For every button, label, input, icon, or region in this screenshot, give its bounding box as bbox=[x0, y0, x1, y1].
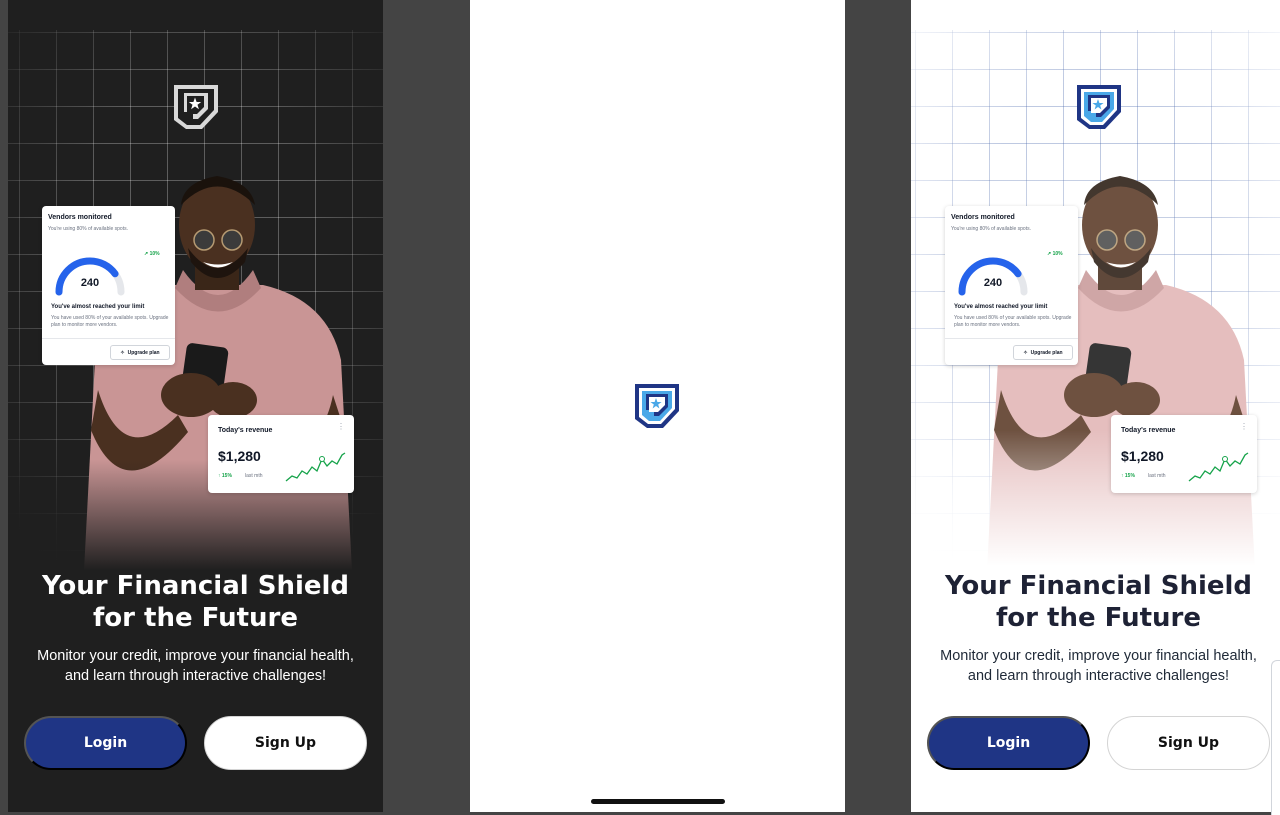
sparkle-icon: ✧ bbox=[1023, 349, 1028, 356]
upgrade-plan-label: Upgrade plan bbox=[127, 349, 160, 356]
revenue-change: ↑ 15% bbox=[1121, 473, 1135, 479]
vendors-card-title: Vendors monitored bbox=[951, 214, 1015, 221]
headline: Your Financial Shield for the Future bbox=[911, 570, 1280, 634]
upgrade-plan-button[interactable]: ✧ Upgrade plan bbox=[110, 345, 170, 360]
todays-revenue-card: Today's revenue ⋮ $1,280 ↑ 15% last mth bbox=[1111, 415, 1257, 493]
subtext-line-1: Monitor your credit, improve your financ… bbox=[37, 648, 354, 664]
upgrade-plan-button[interactable]: ✧ Upgrade plan bbox=[1013, 345, 1073, 360]
revenue-amount: $1,280 bbox=[1121, 448, 1164, 464]
card-divider bbox=[945, 338, 1078, 339]
upgrade-plan-label: Upgrade plan bbox=[1030, 349, 1063, 356]
vendors-monitored-card: Vendors monitored You're using 80% of av… bbox=[42, 206, 175, 365]
splash-logo-icon bbox=[632, 381, 682, 431]
trend-badge: ↗ 10% bbox=[144, 251, 160, 257]
onboarding-screen-light: Vendors monitored You're using 80% of av… bbox=[911, 0, 1280, 812]
limit-body: You have used 80% of your available spot… bbox=[51, 315, 169, 328]
revenue-sparkline bbox=[1187, 449, 1249, 485]
onboarding-screen-dark: Vendors monitored You're using 80% of av… bbox=[8, 0, 383, 812]
headline-line-2: for the Future bbox=[92, 603, 299, 633]
limit-body: You have used 80% of your available spot… bbox=[954, 315, 1072, 328]
subtext-line-2: and learn through interactive challenges… bbox=[64, 668, 327, 684]
sparkle-icon: ✧ bbox=[120, 349, 125, 356]
gauge-value: 240 bbox=[80, 277, 100, 289]
revenue-period: last mth bbox=[245, 473, 263, 479]
home-indicator[interactable] bbox=[591, 799, 725, 804]
trend-badge: ↗ 10% bbox=[1047, 251, 1063, 257]
kebab-menu-icon[interactable]: ⋮ bbox=[337, 423, 345, 431]
vendors-card-subtitle: You're using 80% of available spots. bbox=[951, 226, 1031, 232]
revenue-sparkline bbox=[284, 449, 346, 485]
card-divider bbox=[42, 338, 175, 339]
todays-revenue-card: Today's revenue ⋮ $1,280 ↑ 15% last mth bbox=[208, 415, 354, 493]
kebab-menu-icon[interactable]: ⋮ bbox=[1240, 423, 1248, 431]
subtext-line-1: Monitor your credit, improve your financ… bbox=[940, 648, 1257, 664]
headline-line-1: Your Financial Shield bbox=[944, 571, 1253, 601]
app-logo-icon bbox=[171, 82, 221, 132]
signup-button[interactable]: Sign Up bbox=[1107, 716, 1270, 770]
subtext: Monitor your credit, improve your financ… bbox=[8, 646, 383, 686]
limit-title: You've almost reached your limit bbox=[51, 304, 145, 310]
revenue-card-title: Today's revenue bbox=[1121, 427, 1176, 434]
gauge-value: 240 bbox=[983, 277, 1003, 289]
app-logo-icon bbox=[1074, 82, 1124, 132]
revenue-card-title: Today's revenue bbox=[218, 427, 273, 434]
subtext-line-2: and learn through interactive challenges… bbox=[967, 668, 1230, 684]
vendors-card-subtitle: You're using 80% of available spots. bbox=[48, 226, 128, 232]
offscreen-panel-edge bbox=[1271, 660, 1280, 815]
subtext: Monitor your credit, improve your financ… bbox=[911, 646, 1280, 686]
headline: Your Financial Shield for the Future bbox=[8, 570, 383, 634]
vendors-monitored-card: Vendors monitored You're using 80% of av… bbox=[945, 206, 1078, 365]
limit-title: You've almost reached your limit bbox=[954, 304, 1048, 310]
headline-line-1: Your Financial Shield bbox=[41, 571, 350, 601]
vendors-card-title: Vendors monitored bbox=[48, 214, 112, 221]
revenue-period: last mth bbox=[1148, 473, 1166, 479]
headline-line-2: for the Future bbox=[995, 603, 1202, 633]
signup-button[interactable]: Sign Up bbox=[204, 716, 367, 770]
login-button[interactable]: Login bbox=[927, 716, 1090, 770]
revenue-change: ↑ 15% bbox=[218, 473, 232, 479]
login-button[interactable]: Login bbox=[24, 716, 187, 770]
revenue-amount: $1,280 bbox=[218, 448, 261, 464]
splash-screen bbox=[470, 0, 845, 812]
